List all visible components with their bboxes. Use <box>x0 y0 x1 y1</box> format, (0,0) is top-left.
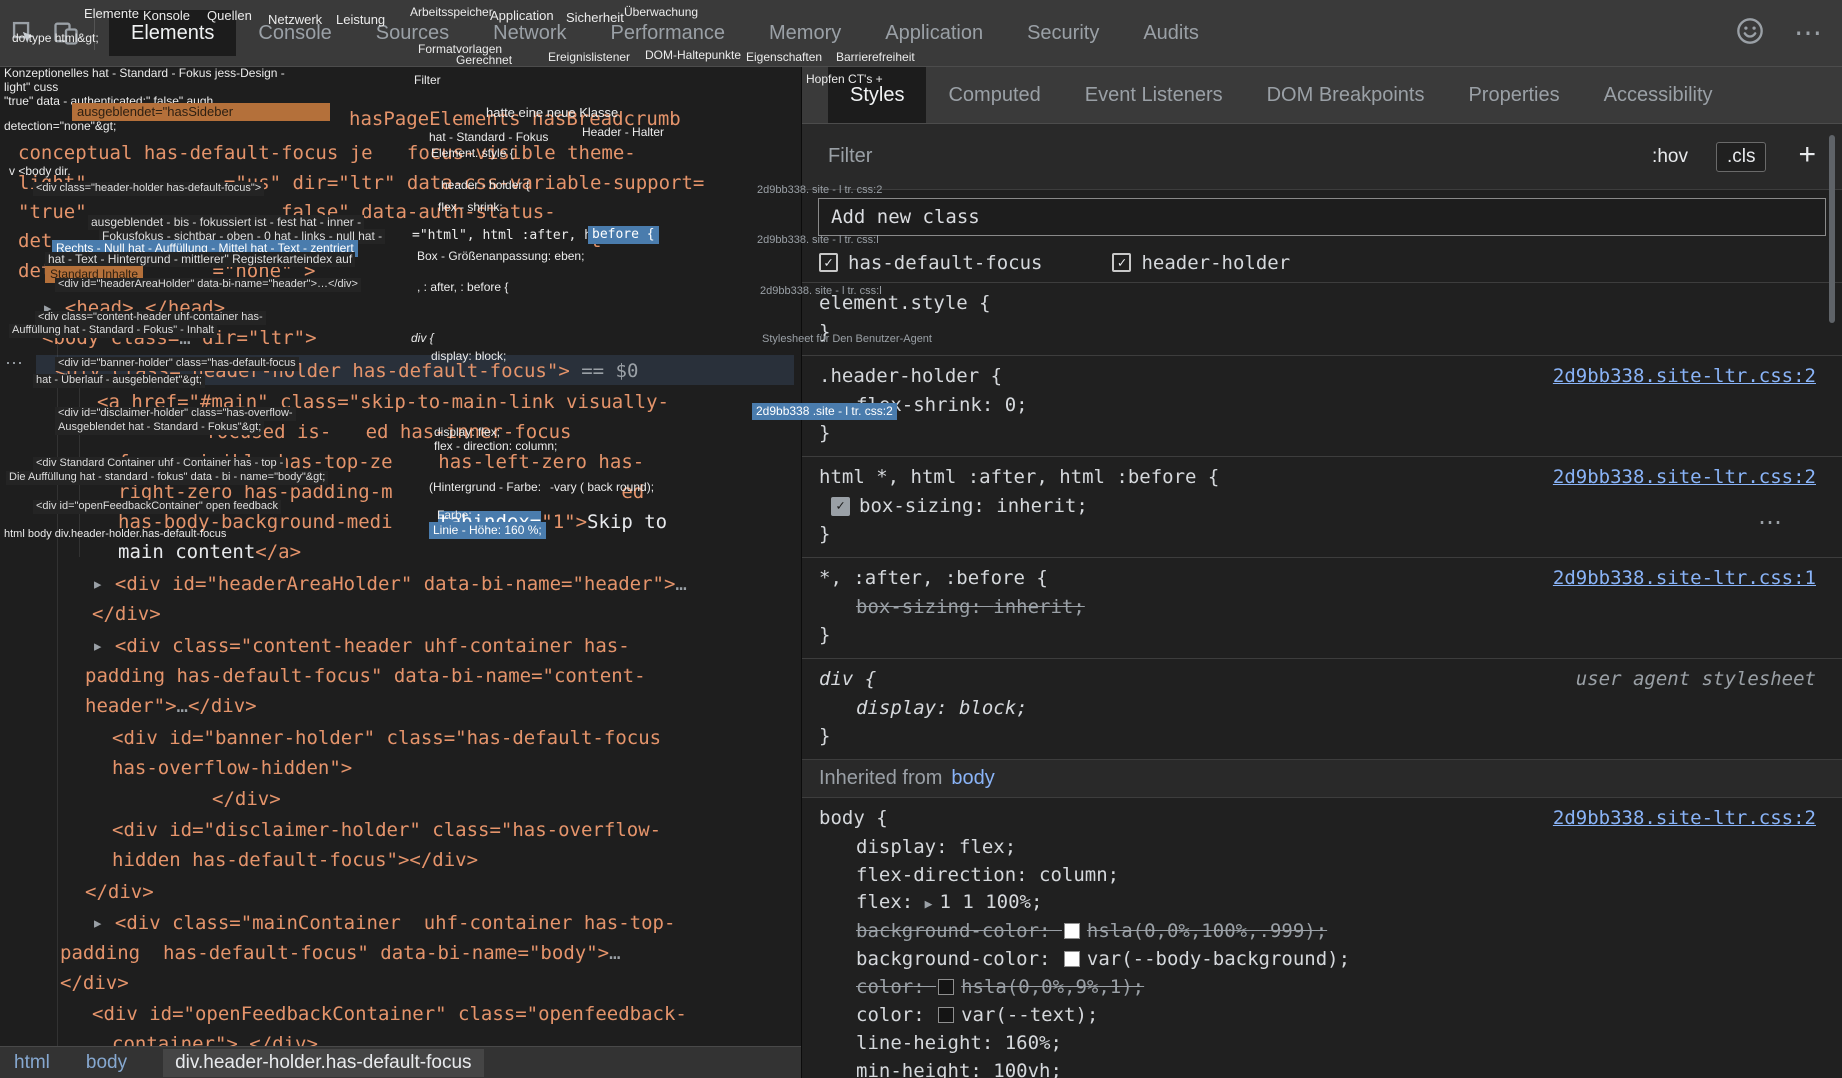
class-toggle-label: header-holder <box>1141 252 1290 274</box>
checkbox[interactable]: ✓ <box>1112 253 1131 272</box>
hov-toggle-button[interactable]: :hov <box>1652 146 1688 168</box>
css-rule: element.style {} <box>802 283 1842 356</box>
css-property[interactable]: background-color: var(--body-background)… <box>819 945 1816 973</box>
toolbar-tab-console[interactable]: Console <box>236 0 353 66</box>
color-swatch[interactable] <box>1064 923 1080 939</box>
toolbar-right-actions: ⋯ <box>1736 17 1842 50</box>
stylesheet-link[interactable]: 2d9bb338.site-ltr.css:2 <box>1553 362 1816 391</box>
toolbar-tab-memory[interactable]: Memory <box>747 0 863 66</box>
css-selector[interactable]: body { <box>819 804 888 833</box>
css-property[interactable]: box-sizing: inherit; <box>819 593 1816 621</box>
css-property[interactable]: line-height: 160%; <box>819 1029 1816 1057</box>
more-menu-icon[interactable]: ⋯ <box>1794 19 1822 47</box>
device-toolbar-icon[interactable] <box>48 10 84 56</box>
color-swatch[interactable] <box>938 979 954 995</box>
styles-panel-tabs: StylesComputedEvent ListenersDOM Breakpo… <box>802 67 1842 124</box>
panel-tab-computed[interactable]: Computed <box>926 67 1062 123</box>
css-rule: body { 2d9bb338.site-ltr.css:2display: fl… <box>802 798 1842 1078</box>
inherited-from-bar: Inherited from body <box>802 760 1842 798</box>
stylesheet-link[interactable]: 2d9bb338.site-ltr.css:1 <box>1553 564 1816 593</box>
stylesheet-link[interactable]: 2d9bb338.site-ltr.css:2 <box>1553 463 1816 492</box>
css-selector[interactable]: html *, html :after, html :before { <box>819 463 1219 492</box>
expand-shorthand-icon[interactable]: ▶ <box>925 897 933 912</box>
css-property[interactable]: color: var(--text); <box>819 1001 1816 1029</box>
panel-tab-properties[interactable]: Properties <box>1446 67 1581 123</box>
panel-tab-styles[interactable]: Styles <box>828 67 926 123</box>
css-selector[interactable]: *, :after, :before { <box>819 564 1048 593</box>
panel-tab-event-listeners[interactable]: Event Listeners <box>1063 67 1245 123</box>
stylesheet-origin-label: user agent stylesheet <box>1576 665 1816 694</box>
styles-scrollbar[interactable] <box>1829 135 1835 323</box>
new-style-rule-button[interactable]: + <box>1794 138 1826 176</box>
indent-guide <box>79 382 80 557</box>
breadcrumb-item[interactable]: html <box>14 1052 50 1074</box>
inspect-icon[interactable] <box>6 10 42 56</box>
styles-content: Add new class ✓ has-default-focus ✓ header-… <box>802 191 1842 1078</box>
toolbar-tab-network[interactable]: Network <box>471 0 588 66</box>
class-toggle-label: has-default-focus <box>848 252 1042 274</box>
breadcrumb: html body div.header-holder.has-default-fo… <box>0 1046 801 1078</box>
class-toggle[interactable]: ✓ header-holder <box>1112 252 1290 274</box>
new-class-input[interactable]: Add new class <box>818 198 1826 236</box>
stylesheet-link[interactable]: 2d9bb338.site-ltr.css:2 <box>1553 804 1816 833</box>
dom-panel <box>0 67 801 1046</box>
inherited-from-label: Inherited from <box>819 767 942 790</box>
css-selector[interactable]: .header-holder { <box>819 362 1002 391</box>
toolbar-tab-sources[interactable]: Sources <box>354 0 471 66</box>
panel-tab-accessibility[interactable]: Accessibility <box>1582 67 1735 123</box>
css-property[interactable]: color: hsla(0,0%,9%,1); <box>819 973 1816 1001</box>
styles-rules: element.style {} .header-holder { 2d9bb338… <box>802 283 1842 1078</box>
css-rule: *, :after, :before { 2d9bb338.site-ltr.cs… <box>802 558 1842 659</box>
feedback-smiley-icon[interactable] <box>1736 17 1764 50</box>
css-property[interactable]: display: flex; <box>819 833 1816 861</box>
toolbar-tab-audits[interactable]: Audits <box>1121 0 1221 66</box>
breadcrumb-item[interactable]: body <box>86 1052 127 1074</box>
css-property[interactable]: display: block; <box>819 694 1816 722</box>
toolbar-tab-security[interactable]: Security <box>1005 0 1121 66</box>
class-toggle[interactable]: ✓ has-default-focus <box>819 252 1042 274</box>
css-rule: html *, html :after, html :before { 2d9bb… <box>802 457 1842 558</box>
css-property[interactable]: flex: ▶1 1 100%; <box>819 889 1816 917</box>
css-property[interactable]: flex-direction: column; <box>819 861 1816 889</box>
toolbar-separator <box>94 16 95 50</box>
property-checkbox[interactable]: ✓ <box>831 497 850 516</box>
styles-filter-bar: Filter :hov .cls + <box>802 124 1842 190</box>
css-rule: div { user agent stylesheetdisplay: block… <box>802 659 1842 760</box>
css-selector[interactable]: div { <box>819 665 876 694</box>
toolbar-tab-application[interactable]: Application <box>863 0 1005 66</box>
top-toolbar: ElementsConsoleSourcesNetworkPerformance… <box>0 0 1842 67</box>
css-rule: .header-holder { 2d9bb338.site-ltr.css:2f… <box>802 356 1842 457</box>
color-swatch[interactable] <box>1064 951 1080 967</box>
css-property[interactable]: min-height: 100vh; <box>819 1057 1816 1078</box>
filter-input[interactable]: Filter <box>828 145 1624 168</box>
css-property[interactable]: background-color: hsla(0,0%,100%,.999); <box>819 917 1816 945</box>
css-property[interactable]: ✓box-sizing: inherit; <box>819 492 1816 520</box>
toolbar-tab-elements[interactable]: Elements <box>109 10 236 56</box>
css-selector[interactable]: element.style { <box>819 289 991 318</box>
cls-toggle-button[interactable]: .cls <box>1716 142 1767 172</box>
color-swatch[interactable] <box>938 1007 954 1023</box>
toolbar-tab-performance[interactable]: Performance <box>589 0 748 66</box>
checkbox[interactable]: ✓ <box>819 253 838 272</box>
styles-panel: StylesComputedEvent ListenersDOM Breakpo… <box>801 67 1842 1078</box>
panel-tab-dom-breakpoints[interactable]: DOM Breakpoints <box>1245 67 1447 123</box>
inherited-node-link[interactable]: body <box>951 767 994 790</box>
indent-guide <box>57 342 58 1046</box>
toolbar-tabs: ElementsConsoleSourcesNetworkPerformance… <box>109 0 1221 66</box>
class-toggles: ✓ has-default-focus ✓ header-holder <box>802 243 1842 283</box>
css-property[interactable]: flex-shrink: 0; <box>819 391 1816 419</box>
breadcrumb-item[interactable]: div.header-holder.has-default-focus <box>163 1049 483 1077</box>
